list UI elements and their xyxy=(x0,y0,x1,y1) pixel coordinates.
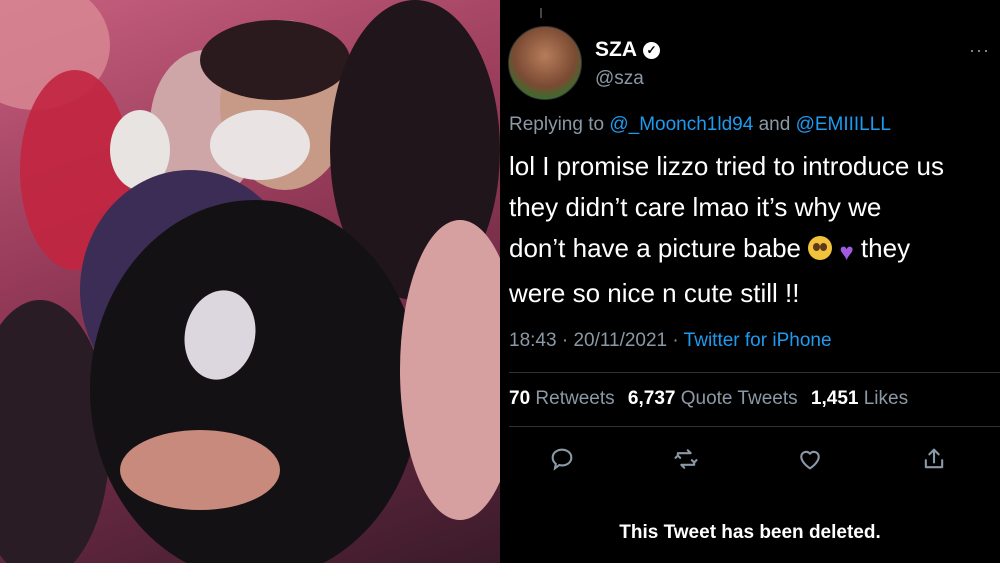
retweets-count: 70 xyxy=(509,388,531,409)
replying-to: Replying to @_Moonch1ld94 and @EMIIILLL xyxy=(509,114,891,136)
like-heart-icon[interactable] xyxy=(796,445,824,473)
tweet-text-line: don’t have a picture babe ♥ they xyxy=(509,228,989,273)
tweet-client-link[interactable]: Twitter for iPhone xyxy=(684,330,832,351)
deleted-notice: This Tweet has been deleted. xyxy=(619,522,881,543)
retweets-label: Retweets xyxy=(530,388,615,409)
quote-tweets-label: Quote Tweets xyxy=(675,388,798,409)
photo-region xyxy=(120,430,280,510)
tweet-text-segment: don’t have a picture babe xyxy=(509,233,809,263)
author-name[interactable]: SZA xyxy=(595,38,637,62)
tweet-time[interactable]: 18:43 xyxy=(509,330,557,351)
author-name-row[interactable]: SZA ✓ xyxy=(595,38,660,62)
photo-region xyxy=(200,20,350,100)
author-handle[interactable]: @sza xyxy=(595,68,644,90)
pleading-face-emoji-icon xyxy=(808,236,833,260)
replying-to-connector: and xyxy=(753,114,796,135)
quote-tweets-count: 6,737 xyxy=(627,388,676,409)
tweet-text-line: lol I promise lizzo tried to introduce u… xyxy=(509,151,944,181)
tweet-meta: 18:43 · 20/11/2021 · Twitter for iPhone xyxy=(509,330,832,352)
meta-separator: · xyxy=(556,330,574,351)
purple-heart-emoji-icon: ♥ xyxy=(839,239,854,266)
retweets-stat[interactable]: 70 Retweets xyxy=(509,388,615,409)
divider xyxy=(509,426,1000,427)
reply-icon[interactable] xyxy=(548,445,576,473)
tweet-text: lol I promise lizzo tried to introduce u… xyxy=(509,146,989,314)
tweet-text-line: were so nice n cute still !! xyxy=(509,278,800,308)
retweet-icon[interactable] xyxy=(672,445,700,473)
mention-link[interactable]: @EMIIILLL xyxy=(796,114,891,135)
thread-line xyxy=(540,8,542,18)
photo-region xyxy=(210,110,310,180)
avatar[interactable] xyxy=(508,26,582,100)
tweet-text-segment: they xyxy=(853,233,911,263)
verified-badge-icon: ✓ xyxy=(643,41,660,59)
tweet-text-line: they didn’t care lmao it’s why we xyxy=(509,192,882,222)
likes-label: Likes xyxy=(858,388,909,409)
more-options-icon[interactable]: ··· xyxy=(969,40,990,61)
meta-separator: · xyxy=(667,330,684,351)
tweet-actions xyxy=(548,445,948,473)
likes-stat[interactable]: 1,451 Likes xyxy=(811,388,908,409)
concert-photo xyxy=(0,0,500,563)
replying-to-prefix: Replying to xyxy=(509,114,610,135)
tweet-card: SZA ✓ @sza ··· Replying to @_Moonch1ld94… xyxy=(500,0,1000,563)
mention-link[interactable]: @_Moonch1ld94 xyxy=(609,114,753,135)
likes-count: 1,451 xyxy=(810,388,859,409)
tweet-date[interactable]: 20/11/2021 xyxy=(573,330,667,351)
quote-tweets-stat[interactable]: 6,737 Quote Tweets xyxy=(628,388,798,409)
share-icon[interactable] xyxy=(920,445,948,473)
divider xyxy=(509,372,1000,373)
photo-region xyxy=(90,200,420,563)
tweet-stats: 70 Retweets 6,737 Quote Tweets 1,451 Lik… xyxy=(509,388,908,410)
